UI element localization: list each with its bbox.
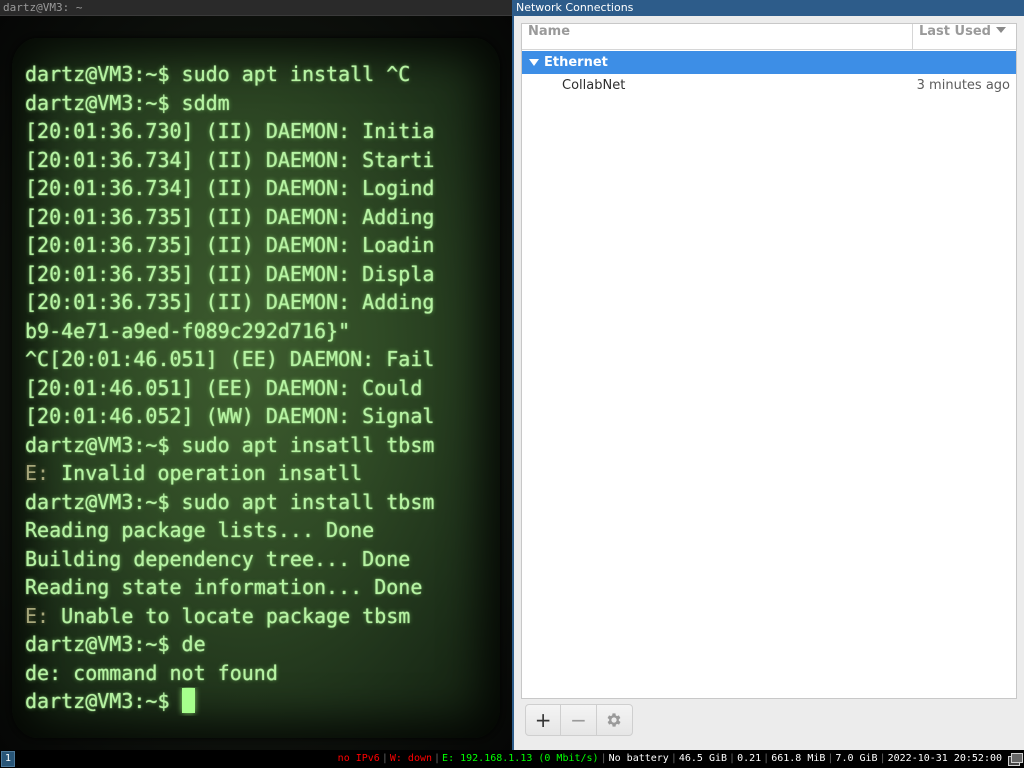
terminal-line: dartz@VM3:~$ sudo apt install tbsm: [25, 488, 495, 517]
terminal-line-text: Unable to locate package tbsm: [49, 603, 411, 628]
status-items: no IPv6 | W: down | E: 192.168.1.13 (0 Mbi…: [336, 750, 1023, 768]
terminal-title: dartz@VM3: ~: [0, 0, 512, 16]
column-header-name[interactable]: Name: [522, 24, 912, 50]
error-prefix: E:: [25, 603, 50, 628]
terminal-line: [20:01:46.052] (WW) DAEMON: Signal: [25, 402, 495, 431]
terminal-line: dartz@VM3:~$: [25, 687, 495, 716]
terminal-line-text: [20:01:36.734] (II) DAEMON: Starti: [25, 147, 435, 172]
status-wireless: W: down: [389, 753, 433, 764]
terminal-line: dartz@VM3:~$ sudo apt install ^C: [25, 60, 495, 89]
sort-descending-icon: [995, 27, 1006, 33]
terminal-line: dartz@VM3:~$ de: [25, 630, 495, 659]
column-header-last-used[interactable]: Last Used: [912, 24, 1016, 50]
terminal-line-text: [20:01:36.735] (II) DAEMON: Loadin: [25, 233, 435, 257]
terminal-line: Reading state information... Done: [25, 573, 495, 602]
column-header-last-used-label: Last Used: [919, 24, 991, 39]
terminal-line-text: [20:01:36.735] (II) DAEMON: Displa: [25, 261, 435, 286]
terminal-line-text: dartz@VM3:~$ de: [25, 632, 206, 656]
status-memory-total: 7.0 GiB: [835, 753, 878, 764]
connection-row[interactable]: CollabNet 3 minutes ago: [522, 75, 1016, 97]
terminal-line: [20:01:36.735] (II) DAEMON: Loadin: [25, 231, 495, 260]
status-load: 0.21: [737, 753, 762, 764]
terminal-line: [20:01:36.735] (II) DAEMON: Adding: [25, 288, 495, 317]
terminal-line: b9-4e71-a9ed-f089c292d716}": [25, 317, 495, 346]
workspace-button[interactable]: 1: [1, 751, 15, 767]
terminal-line-text: [20:01:36.735] (II) DAEMON: Adding: [25, 290, 435, 314]
tray-window-icon[interactable]: [1008, 753, 1023, 766]
terminal-line-text: Reading package lists... Done: [25, 518, 375, 542]
terminal-line: Building dependency tree... Done: [25, 545, 495, 574]
terminal-window[interactable]: dartz@VM3: ~ dartz@VM3:~$ sudo apt insta…: [0, 0, 512, 750]
terminal-line-text: Reading state information... Done: [25, 575, 423, 599]
text-cursor: [181, 688, 195, 713]
status-memory: 661.8 MiB: [771, 753, 826, 764]
terminal-line-text: dartz@VM3:~$ sddm: [25, 90, 230, 115]
terminal-line: [20:01:36.735] (II) DAEMON: Adding: [25, 203, 495, 232]
terminal-line-text: ^C[20:01:46.051] (EE) DAEMON: Fail: [25, 347, 435, 371]
terminal-line: E: Invalid operation insatll: [25, 459, 495, 488]
terminal-line-text: Building dependency tree... Done: [25, 546, 411, 571]
terminal-line-text: [20:01:36.734] (II) DAEMON: Logind: [25, 176, 435, 200]
terminal-line: ^C[20:01:46.051] (EE) DAEMON: Fail: [25, 345, 495, 374]
gear-icon: [607, 713, 621, 727]
terminal-line: [20:01:36.734] (II) DAEMON: Logind: [25, 174, 495, 203]
status-ipv6: no IPv6: [337, 753, 380, 764]
terminal-line-text: de: command not found: [25, 660, 278, 685]
status-battery: No battery: [608, 753, 669, 764]
network-window-title: Network Connections: [514, 0, 1024, 16]
group-label: Ethernet: [544, 55, 608, 70]
terminal-line: [20:01:36.730] (II) DAEMON: Initia: [25, 117, 495, 146]
terminal-line: [20:01:36.735] (II) DAEMON: Displa: [25, 260, 495, 289]
connection-last-used: 3 minutes ago: [916, 78, 1010, 93]
group-row-ethernet[interactable]: Ethernet: [522, 51, 1016, 74]
terminal-line-text: dartz@VM3:~$ sudo apt insatll tbsm: [25, 432, 435, 457]
network-window-body: Name Last Used Ethernet CollabNet 3 minu…: [514, 16, 1024, 750]
connections-list[interactable]: Name Last Used Ethernet CollabNet 3 minu…: [521, 23, 1017, 699]
terminal-line: Reading package lists... Done: [25, 516, 495, 545]
terminal-line: [20:01:46.051] (EE) DAEMON: Could: [25, 374, 495, 403]
column-header-name-label: Name: [528, 24, 571, 39]
list-header: Name Last Used: [522, 24, 1016, 50]
terminal-line: E: Unable to locate package tbsm: [25, 602, 495, 631]
status-ethernet: E: 192.168.1.13 (0 Mbit/s): [442, 753, 599, 764]
terminal-line: de: command not found: [25, 659, 495, 688]
crt-screen[interactable]: dartz@VM3:~$ sudo apt install ^C dartz@VM…: [12, 38, 500, 738]
crt-bezel: dartz@VM3:~$ sudo apt install ^C dartz@VM…: [0, 16, 512, 750]
terminal-line-text: Invalid operation insatll: [49, 461, 363, 485]
terminal-line-text: b9-4e71-a9ed-f089c292d716}": [25, 318, 351, 343]
status-datetime: 2022-10-31 20:52:00: [887, 753, 1002, 764]
terminal-line-text: dartz@VM3:~$: [25, 689, 182, 713]
status-bar: 1 no IPv6 | W: down | E: 192.168.1.13 (0 M…: [0, 750, 1024, 768]
connections-toolbar: + −: [525, 704, 633, 736]
terminal-line-text: [20:01:46.052] (WW) DAEMON: Signal: [25, 404, 435, 428]
terminal-line-text: [20:01:36.730] (II) DAEMON: Initia: [25, 119, 435, 143]
terminal-line: dartz@VM3:~$ sddm: [25, 89, 495, 118]
add-connection-button[interactable]: +: [526, 705, 562, 735]
error-prefix: E:: [25, 461, 50, 485]
terminal-line-text: [20:01:36.735] (II) DAEMON: Adding: [25, 204, 435, 229]
terminal-line-text: dartz@VM3:~$ sudo apt install ^C: [25, 62, 411, 86]
terminal-line: [20:01:36.734] (II) DAEMON: Starti: [25, 146, 495, 175]
terminal-output[interactable]: dartz@VM3:~$ sudo apt install ^C dartz@VM…: [25, 60, 495, 732]
edit-connection-button[interactable]: [597, 705, 632, 735]
connection-name: CollabNet: [562, 78, 626, 93]
terminal-line-text: dartz@VM3:~$ sudo apt install tbsm: [25, 489, 435, 514]
network-connections-window[interactable]: Network Connections Name Last Used Ether…: [512, 0, 1024, 750]
terminal-line: dartz@VM3:~$ sudo apt insatll tbsm: [25, 431, 495, 460]
remove-connection-button[interactable]: −: [561, 705, 597, 735]
expander-icon[interactable]: [529, 59, 539, 66]
terminal-line-text: [20:01:46.051] (EE) DAEMON: Could: [25, 375, 423, 400]
status-disk: 46.5 GiB: [678, 753, 728, 764]
